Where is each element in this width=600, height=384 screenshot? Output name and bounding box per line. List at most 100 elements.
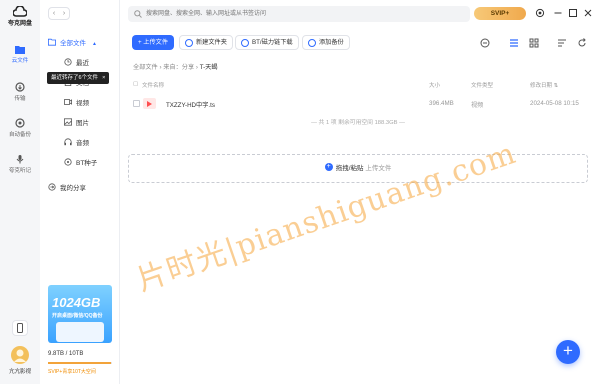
file-name[interactable]: TXZZY-HD中字.ts [166, 100, 215, 109]
floating-add-button[interactable]: + [556, 340, 580, 364]
bt-download-label: BT/磁力链下载 [252, 39, 293, 46]
grid-view-icon[interactable] [529, 38, 539, 48]
user-name: 亢亢影视 [8, 369, 31, 375]
tree-item-label: 图片 [76, 120, 89, 127]
storage-progress-bar [48, 362, 112, 364]
tree-item-videos[interactable]: 视频 [64, 96, 89, 112]
tree-item-label: 我的分享 [60, 185, 86, 192]
magnet-link-icon [241, 39, 249, 47]
clock-icon [64, 58, 72, 66]
left-rail: 夸克网盘 云文件 传输 自动备份 夸克听记 亢亢影视 [0, 0, 40, 384]
new-folder-label: 新建文件夹 [196, 39, 227, 46]
file-summary: — 共 1 项 剩余可用空间 188.3GB — [311, 120, 405, 126]
rail-item-listen-notes[interactable]: 夸克听记 [0, 154, 40, 174]
more-options-icon[interactable] [480, 38, 490, 48]
refresh-icon[interactable] [577, 38, 587, 48]
app-window: 夸克网盘 云文件 传输 自动备份 夸克听记 亢亢影视 ‹ › 全部文件 ▲ 最近… [0, 0, 600, 384]
promo-headline: 1024GB [52, 295, 101, 310]
tree-item-bt-seeds[interactable]: BT种子 [64, 156, 97, 172]
settings-icon[interactable] [535, 8, 545, 18]
column-header-size[interactable]: 大小 [429, 81, 440, 89]
sort-arrows-icon: ⇅ [552, 83, 559, 89]
tooltip-close-icon[interactable]: × [102, 75, 105, 81]
headphones-icon [64, 138, 72, 146]
user-avatar-icon [14, 349, 26, 362]
svip-button[interactable]: SVIP+ [474, 7, 526, 20]
transfer-icon [15, 82, 25, 92]
add-icon: + [324, 163, 333, 172]
image-icon [64, 118, 72, 126]
seed-icon [64, 158, 72, 166]
upload-file-button[interactable]: + 上传文件 [132, 35, 174, 50]
tooltip-text: 最近转存了6个文件 [51, 75, 99, 81]
rail-item-label: 云文件 [11, 58, 29, 64]
video-file-icon [143, 98, 156, 109]
add-backup-button[interactable]: 添加备份 [302, 35, 350, 50]
forward-button[interactable]: › [59, 8, 69, 19]
tree-item-my-shares[interactable]: 我的分享 [48, 181, 86, 197]
search-bar[interactable] [128, 6, 470, 22]
user-profile[interactable]: 亢亢影视 [0, 346, 40, 375]
app-logo: 夸克网盘 [0, 6, 40, 27]
tree-item-label: BT种子 [76, 160, 98, 167]
rail-item-cloud-files[interactable]: 云文件 [0, 45, 40, 64]
summary-text: 共 1 项 剩余可用空间 188.3GB [318, 120, 398, 126]
svip-upgrade-tip[interactable]: SVIP+青享10T大空间 [48, 368, 96, 375]
header-checkbox[interactable]: ▢ [133, 81, 138, 87]
folder-icon [48, 39, 56, 46]
maximize-icon[interactable] [568, 8, 578, 18]
minimize-icon[interactable] [553, 8, 563, 18]
back-button[interactable]: ‹ [49, 8, 59, 19]
history-nav: ‹ › [48, 7, 70, 20]
backup-promo-banner[interactable]: 1024GB 开启桌面/微信/QQ备份 [48, 285, 112, 343]
video-icon [64, 99, 72, 106]
tree-item-all-files[interactable]: 全部文件 ▲ [48, 36, 97, 52]
rail-item-auto-backup[interactable]: 自动备份 [0, 118, 40, 138]
column-header-modified[interactable]: 修改日期 ⇅ [530, 81, 558, 89]
tree-item-label: 全部文件 [60, 40, 86, 47]
recent-transfer-tooltip: 最近转存了6个文件 × [47, 72, 110, 84]
modified-label: 修改日期 [530, 83, 553, 89]
avatar[interactable] [11, 346, 29, 364]
breadcrumb-current: T-天蝎 [199, 64, 218, 71]
file-type: 视频 [471, 102, 484, 109]
rail-item-label: 自动备份 [8, 132, 31, 138]
breadcrumb: 全部文件 › 来自：分享 › T-天蝎 [133, 64, 218, 71]
tree-item-images[interactable]: 图片 [64, 116, 89, 132]
search-icon [134, 10, 142, 18]
folder-icon [15, 46, 25, 54]
cloud-logo-icon [13, 6, 27, 17]
breadcrumb-item[interactable]: 来自：分享 [163, 64, 194, 71]
dropzone-label: 拖拽/粘贴 [335, 165, 364, 172]
mobile-device-icon[interactable] [12, 320, 28, 336]
rail-item-label: 传输 [14, 96, 26, 102]
storage-usage-text: 9.8TB / 10TB [48, 351, 84, 357]
add-backup-label: 添加备份 [319, 39, 344, 46]
rail-item-transfer[interactable]: 传输 [0, 82, 40, 102]
list-view-icon[interactable] [509, 38, 519, 48]
tree-item-recent[interactable]: 最近 [64, 56, 89, 72]
app-name: 夸克网盘 [7, 21, 32, 27]
file-modified: 2024-05-08 10:15 [530, 100, 579, 107]
rail-item-label: 夸克听记 [8, 168, 31, 174]
sort-icon[interactable] [557, 38, 567, 48]
column-header-name[interactable]: 文件名称 [142, 81, 164, 89]
tree-item-audio[interactable]: 音频 [64, 136, 89, 152]
promo-illustration [56, 322, 104, 342]
new-folder-button[interactable]: 新建文件夹 [179, 35, 233, 50]
tree-item-label: 音频 [76, 140, 89, 147]
microphone-icon [16, 155, 24, 164]
tree-item-label: 最近 [76, 60, 89, 67]
search-input[interactable] [146, 6, 466, 22]
row-checkbox[interactable] [133, 100, 140, 107]
share-icon [48, 183, 56, 191]
collapse-caret-icon[interactable]: ▲ [92, 41, 97, 47]
breadcrumb-item[interactable]: 全部文件 [133, 64, 158, 71]
bt-download-button[interactable]: BT/磁力链下载 [235, 35, 299, 50]
promo-subtitle: 开启桌面/微信/QQ备份 [52, 313, 103, 319]
column-header-type[interactable]: 文件类型 [471, 81, 493, 89]
close-icon[interactable] [583, 8, 593, 18]
file-size: 396.4MB [429, 100, 454, 107]
table-row[interactable]: TXZZY-HD中字.ts 396.4MB 视频 2024-05-08 10:1… [128, 96, 588, 112]
tree-item-label: 视频 [76, 100, 89, 107]
